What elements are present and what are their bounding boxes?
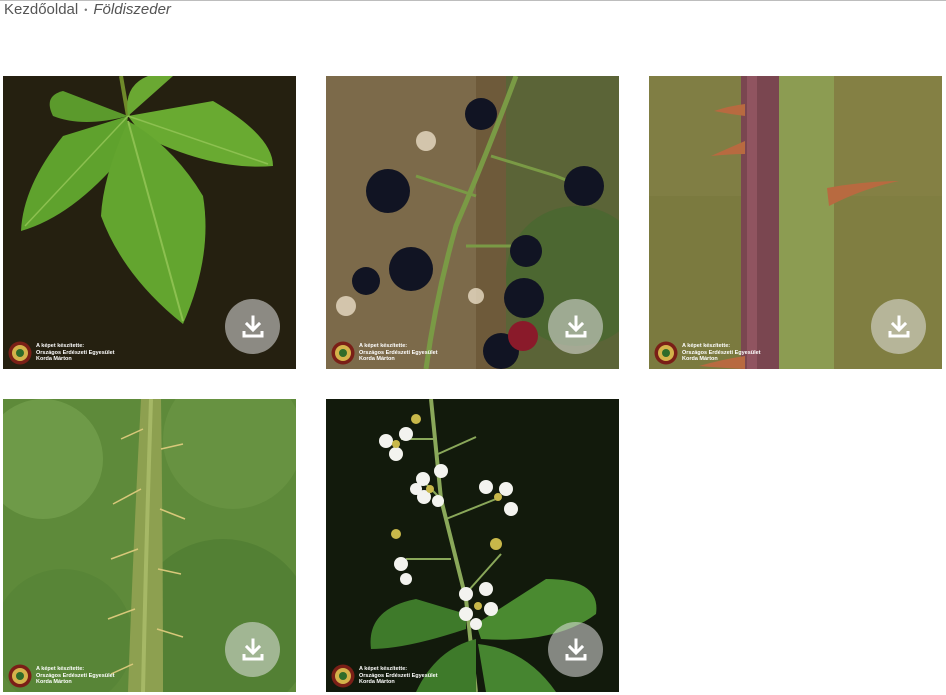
gallery-photo-berries[interactable]: A képet készítette: Országos Erdészeti E… [326,76,619,369]
breadcrumb-separator: • [84,5,88,15]
photo-credit: A képet készítette: Országos Erdészeti E… [331,341,438,365]
gallery-photo-stem-thorns[interactable]: A képet készítette: Országos Erdészeti E… [649,76,942,369]
credit-line-3: Korda Márton [359,356,395,363]
breadcrumb-home-link[interactable]: Kezdőoldal [4,1,78,19]
photo-credit: A képet készítette: Országos Erdészeti E… [654,341,761,365]
download-button[interactable] [225,299,280,354]
photo-credit: A képet készítette: Országos Erdészeti E… [331,664,438,688]
download-icon [242,315,263,337]
credit-line-3: Korda Márton [36,679,72,686]
photo-credit: A képet készítette: Országos Erdészeti E… [8,341,115,365]
download-button[interactable] [548,622,603,677]
download-button[interactable] [225,622,280,677]
association-logo-icon [8,664,32,688]
breadcrumb: Kezdőoldal • Földiszeder [4,1,171,19]
gallery-photo-flowers[interactable]: A képet készítette: Országos Erdészeti E… [326,399,619,692]
download-button[interactable] [871,299,926,354]
association-logo-icon [8,341,32,365]
breadcrumb-current: Földiszeder [93,1,171,18]
credit-line-3: Korda Márton [36,356,72,363]
download-icon [565,638,586,660]
gallery-photo-leaf[interactable]: A képet készítette: Országos Erdészeti E… [3,76,296,369]
download-button[interactable] [548,299,603,354]
download-icon [242,638,263,660]
association-logo-icon [331,664,355,688]
credit-line-3: Korda Márton [359,679,395,686]
association-logo-icon [654,341,678,365]
gallery-photo-hairy-stem[interactable]: A képet készítette: Országos Erdészeti E… [3,399,296,692]
download-icon [888,315,909,337]
credit-line-3: Korda Márton [682,356,718,363]
association-logo-icon [331,341,355,365]
download-icon [565,315,586,337]
photo-credit: A képet készítette: Országos Erdészeti E… [8,664,115,688]
